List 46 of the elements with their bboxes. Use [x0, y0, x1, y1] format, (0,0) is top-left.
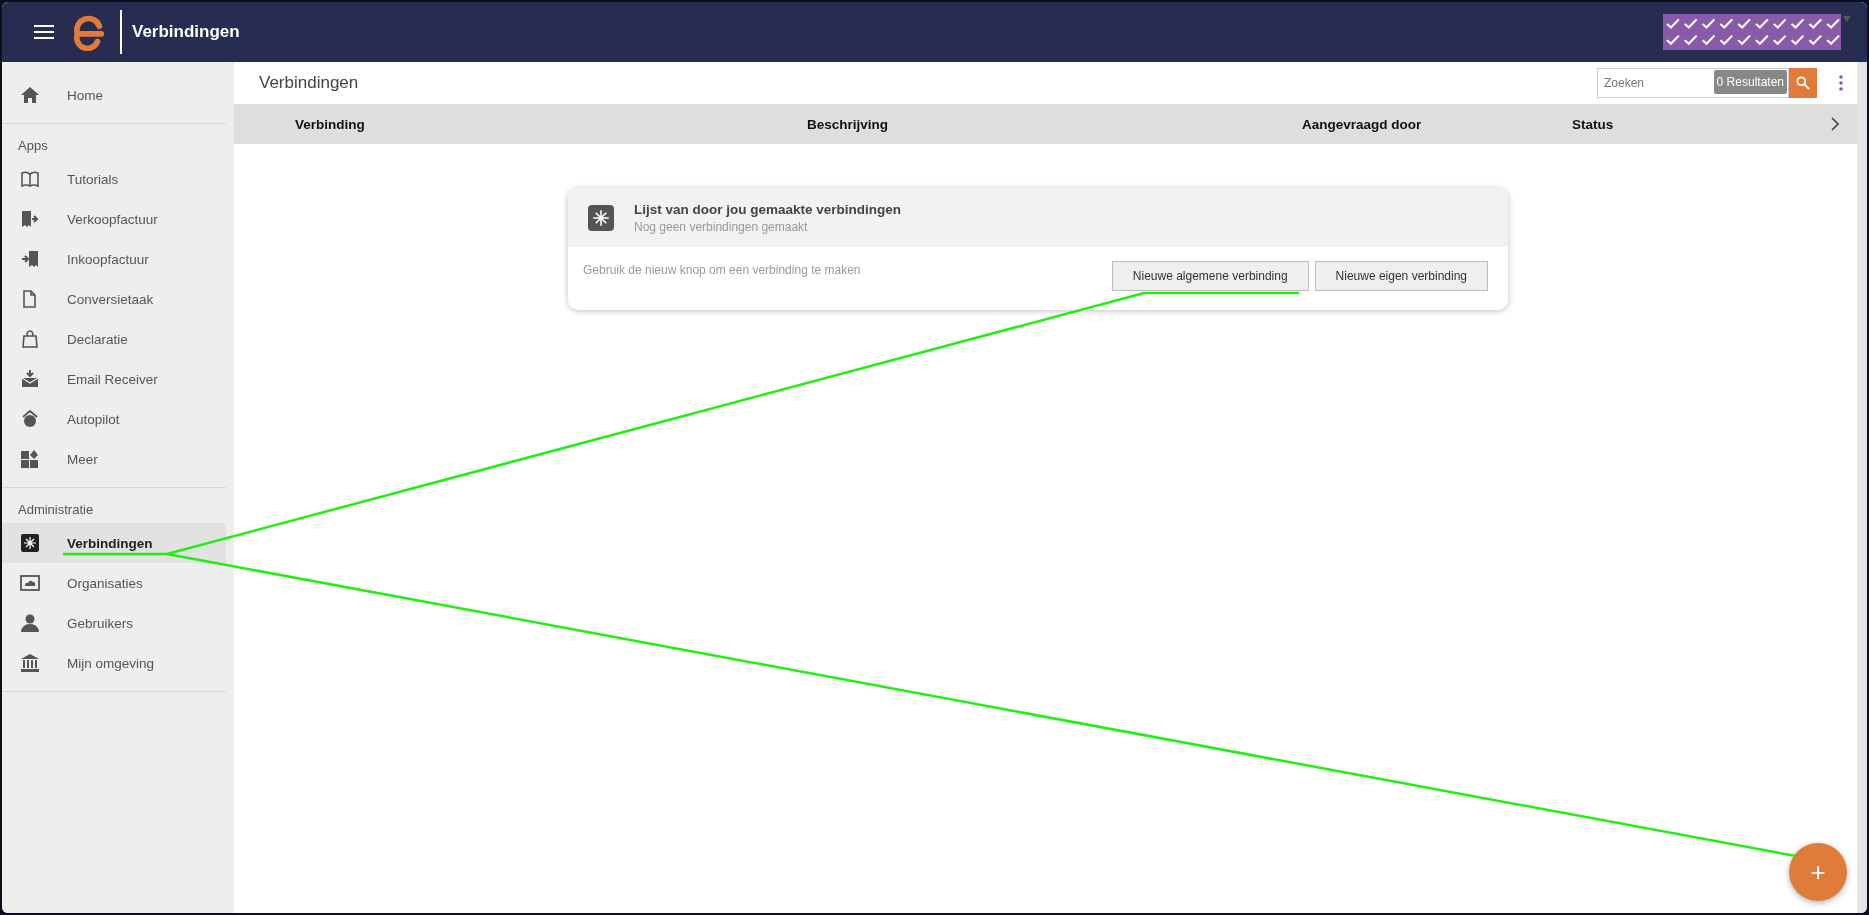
user-icon: [20, 613, 40, 633]
column-header[interactable]: Verbinding: [295, 116, 365, 132]
sidebar-item[interactable]: Inkoopfactuur: [2, 239, 226, 279]
more-icon[interactable]: [1839, 75, 1843, 91]
sidebar-item[interactable]: Organisaties: [2, 563, 226, 603]
user-avatar[interactable]: [1663, 14, 1841, 50]
card-subtitle: Nog geen verbindingen gemaakt: [634, 219, 809, 234]
column-header[interactable]: Beschrijving: [807, 116, 889, 132]
sidebar-item[interactable]: Verkoopfactuur: [2, 199, 226, 239]
chevron-right-icon[interactable]: [1831, 117, 1839, 131]
bag-icon: [20, 329, 40, 349]
column-header[interactable]: Aangevraagd door: [1302, 116, 1422, 132]
search-icon: [1796, 76, 1810, 90]
invoice-in-icon: [20, 249, 40, 269]
sidebar-item[interactable]: Declaratie: [2, 319, 226, 359]
connection-icon: [588, 204, 614, 231]
section-title: Apps: [17, 137, 49, 155]
menu-icon[interactable]: [34, 24, 54, 40]
new-connection-button[interactable]: Nieuwe algemene verbinding: [1111, 261, 1309, 291]
results-count: 0 Resultaten: [1713, 70, 1787, 94]
sidebar-item[interactable]: Email Receiver: [2, 359, 226, 399]
card-title: Lijst van door jou gemaakte verbindingen: [634, 201, 902, 217]
page-title: Verbindingen: [259, 73, 359, 93]
app-title: Verbindingen: [132, 22, 240, 42]
sidebar-item[interactable]: Conversietaak: [2, 279, 226, 319]
home-icon: [20, 85, 40, 105]
connection-icon: [20, 533, 40, 553]
hint-text: Gebruik de nieuw knop om een verbinding te maken: [583, 263, 861, 277]
cloud-icon: [20, 573, 40, 593]
bank-icon: [20, 653, 40, 673]
sidebar-item[interactable]: Tutorials: [2, 159, 226, 199]
sidebar-item[interactable]: Verbindingen: [2, 523, 226, 563]
sidebar-item[interactable]: Mijn omgeving: [2, 643, 226, 683]
autopilot-icon: [20, 409, 40, 429]
sidebar-item[interactable]: Gebruikers: [2, 603, 226, 643]
sidebar-item[interactable]: Autopilot: [2, 399, 226, 439]
section-title: Administratie: [17, 501, 95, 519]
column-header[interactable]: Status: [1572, 116, 1614, 132]
sidebar-item[interactable]: Meer: [2, 439, 226, 479]
grid-icon: [20, 449, 40, 469]
sidebar-item[interactable]: Home: [2, 75, 226, 115]
search-button[interactable]: [1789, 68, 1817, 98]
new-connection-button[interactable]: Nieuwe eigen verbinding: [1314, 261, 1488, 291]
mail-icon: [20, 369, 40, 389]
invoice-out-icon: [20, 209, 40, 229]
book-icon: [20, 169, 40, 189]
